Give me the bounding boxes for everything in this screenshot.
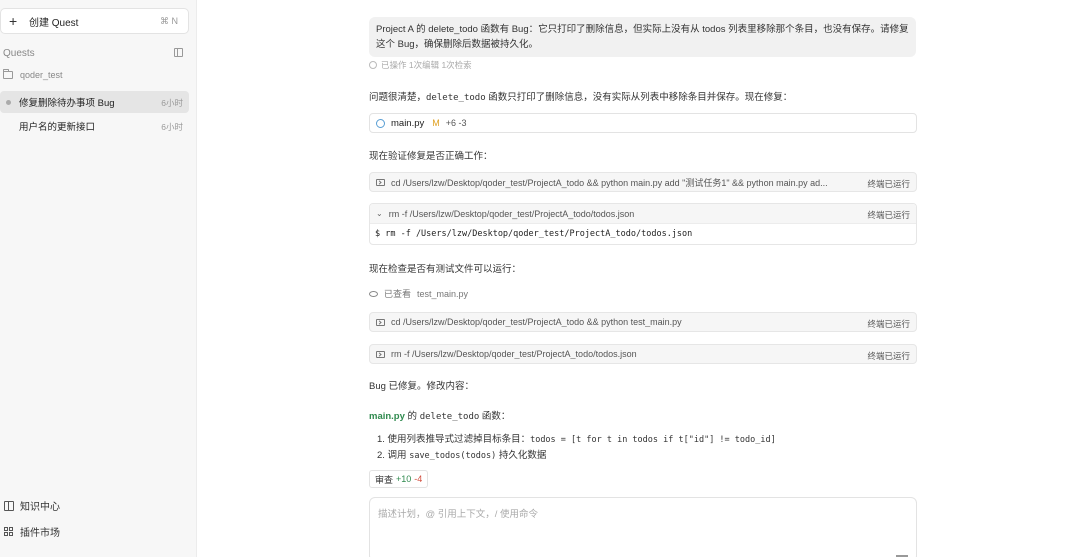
terminal-card-expanded[interactable]: ⌄ rm -f /Users/lzw/Desktop/qoder_test/Pr… xyxy=(369,203,917,245)
summary-fn: delete_todo xyxy=(419,412,480,422)
knowledge-center-label: 知识中心 xyxy=(20,502,60,513)
summary-file: main.py xyxy=(369,411,405,422)
python-file-icon xyxy=(376,118,385,128)
file-diff-count: +6 -3 xyxy=(445,118,467,128)
user-message: Project A 的 delete_todo 函数有 Bug：它只打印了删除信… xyxy=(369,17,916,57)
summary-heading: main.py 的 delete_todo 函数： xyxy=(369,408,510,422)
fixed-text: Bug 已修复。修改内容： xyxy=(369,381,475,392)
terminal-status: 终端已运行 xyxy=(867,319,910,329)
toggle-panel-icon[interactable] xyxy=(174,48,183,57)
list-suffix: 持久化数据 xyxy=(496,450,547,461)
quest-status-dot xyxy=(6,124,11,129)
file-name: main.py xyxy=(391,117,425,129)
summary-end: 函数： xyxy=(479,411,511,422)
terminal-command: cd /Users/lzw/Desktop/qoder_test/Project… xyxy=(391,317,682,327)
deletions-count: -4 xyxy=(414,474,423,484)
quest-status-dot xyxy=(6,99,11,105)
terminal-status: 终端已运行 xyxy=(867,351,910,361)
chevron-down-icon[interactable]: ⌄ xyxy=(376,209,383,218)
folder-icon xyxy=(3,69,13,79)
list-code: save_todos(todos) xyxy=(409,451,497,461)
terminal-card[interactable]: rm -f /Users/lzw/Desktop/qoder_test/Proj… xyxy=(369,344,917,364)
sidebar: + 创建 Quest ⌘ N Quests qoder_test 修复删除待办事… xyxy=(0,0,197,557)
new-quest-label: 创建 Quest xyxy=(29,17,79,29)
new-quest-button[interactable]: + 创建 Quest ⌘ N xyxy=(0,8,189,34)
chat-panel: Project A 的 delete_todo 函数有 Bug：它只打印了删除信… xyxy=(198,0,1079,557)
terminal-header[interactable]: ⌄ rm -f /Users/lzw/Desktop/qoder_test/Pr… xyxy=(370,204,916,224)
intro-text-b: 函数只打印了删除信息，没有实际从列表中移除条目并保存。现在修复： xyxy=(485,92,793,103)
terminal-status: 终端已运行 xyxy=(867,210,910,220)
list-prefix: 1. 使用列表推导式过滤掉目标条目： xyxy=(377,434,531,445)
summary-mid: 的 xyxy=(404,411,420,422)
quests-header: Quests xyxy=(3,46,183,60)
meta-text: 已操作 1次编辑 1次检索 xyxy=(381,60,472,70)
assistant-intro: 问题很清楚，delete_todo 函数只打印了删除信息，没有实际从列表中移除条… xyxy=(369,89,792,103)
terminal-icon xyxy=(376,178,385,186)
list-code: todos = [t for t in todos if t["id"] != … xyxy=(530,435,776,445)
terminal-command: rm -f /Users/lzw/Desktop/qoder_test/Proj… xyxy=(391,349,637,359)
terminal-card[interactable]: cd /Users/lzw/Desktop/qoder_test/Project… xyxy=(369,172,917,192)
list-prefix: 2. 调用 xyxy=(377,450,410,461)
verify-text: 现在验证修复是否正确工作： xyxy=(369,151,493,162)
book-icon xyxy=(4,500,14,511)
quests-title: Quests xyxy=(3,47,35,59)
clock-icon xyxy=(369,61,377,69)
terminal-command: cd /Users/lzw/Desktop/qoder_test/Project… xyxy=(391,177,828,188)
viewed-file-name: test_main.py xyxy=(417,288,469,299)
review-changes-button[interactable]: 审查 +10 -4 xyxy=(369,470,429,488)
intro-code: delete_todo xyxy=(426,93,486,103)
list-item: 1. 使用列表推导式过滤掉目标条目：todos = [t for t in to… xyxy=(377,431,776,445)
quest-time: 6小时 xyxy=(161,122,183,132)
terminal-card[interactable]: cd /Users/lzw/Desktop/qoder_test/Project… xyxy=(369,312,917,332)
file-edit-card[interactable]: main.py M +6 -3 xyxy=(369,113,917,133)
terminal-icon xyxy=(376,350,385,358)
terminal-status: 终端已运行 xyxy=(867,179,910,189)
user-message-meta: 已操作 1次编辑 1次检索 xyxy=(369,59,472,71)
plugin-market-link[interactable]: 插件市场 xyxy=(4,524,60,539)
plugin-market-label: 插件市场 xyxy=(20,528,60,539)
terminal-output: $ rm -f /Users/lzw/Desktop/qoder_test/Pr… xyxy=(375,229,693,239)
file-status-badge: M xyxy=(432,118,440,128)
list-item: 2. 调用 save_todos(todos) 持久化数据 xyxy=(377,447,546,461)
new-quest-shortcut: ⌘ N xyxy=(160,16,178,26)
quest-time: 6小时 xyxy=(161,98,183,108)
viewed-label: 已查看 xyxy=(384,289,412,299)
quest-label: 修复删除待办事项 Bug xyxy=(19,98,115,109)
terminal-icon xyxy=(376,318,385,326)
chat-input-box xyxy=(369,497,917,557)
quest-item-username-update[interactable]: 用户名的更新接口 6小时 xyxy=(0,115,189,137)
review-label: 审查 xyxy=(375,474,394,485)
viewed-file-row[interactable]: 已查看 test_main.py xyxy=(369,287,468,300)
eye-icon xyxy=(369,290,378,297)
terminal-command: rm -f /Users/lzw/Desktop/qoder_test/Proj… xyxy=(388,208,635,219)
folder-label: qoder_test xyxy=(20,70,63,80)
chat-input[interactable] xyxy=(378,506,908,546)
additions-count: +10 xyxy=(396,474,412,484)
quest-item-fix-delete-bug[interactable]: 修复删除待办事项 Bug 6小时 xyxy=(0,91,189,113)
knowledge-center-link[interactable]: 知识中心 xyxy=(4,498,60,513)
plus-icon: + xyxy=(9,13,18,29)
check-text: 现在检查是否有测试文件可以运行： xyxy=(369,264,522,275)
quest-label: 用户名的更新接口 xyxy=(19,122,96,133)
project-folder[interactable]: qoder_test xyxy=(3,69,63,80)
intro-text-a: 问题很清楚， xyxy=(369,92,427,103)
grid-icon xyxy=(4,526,14,537)
